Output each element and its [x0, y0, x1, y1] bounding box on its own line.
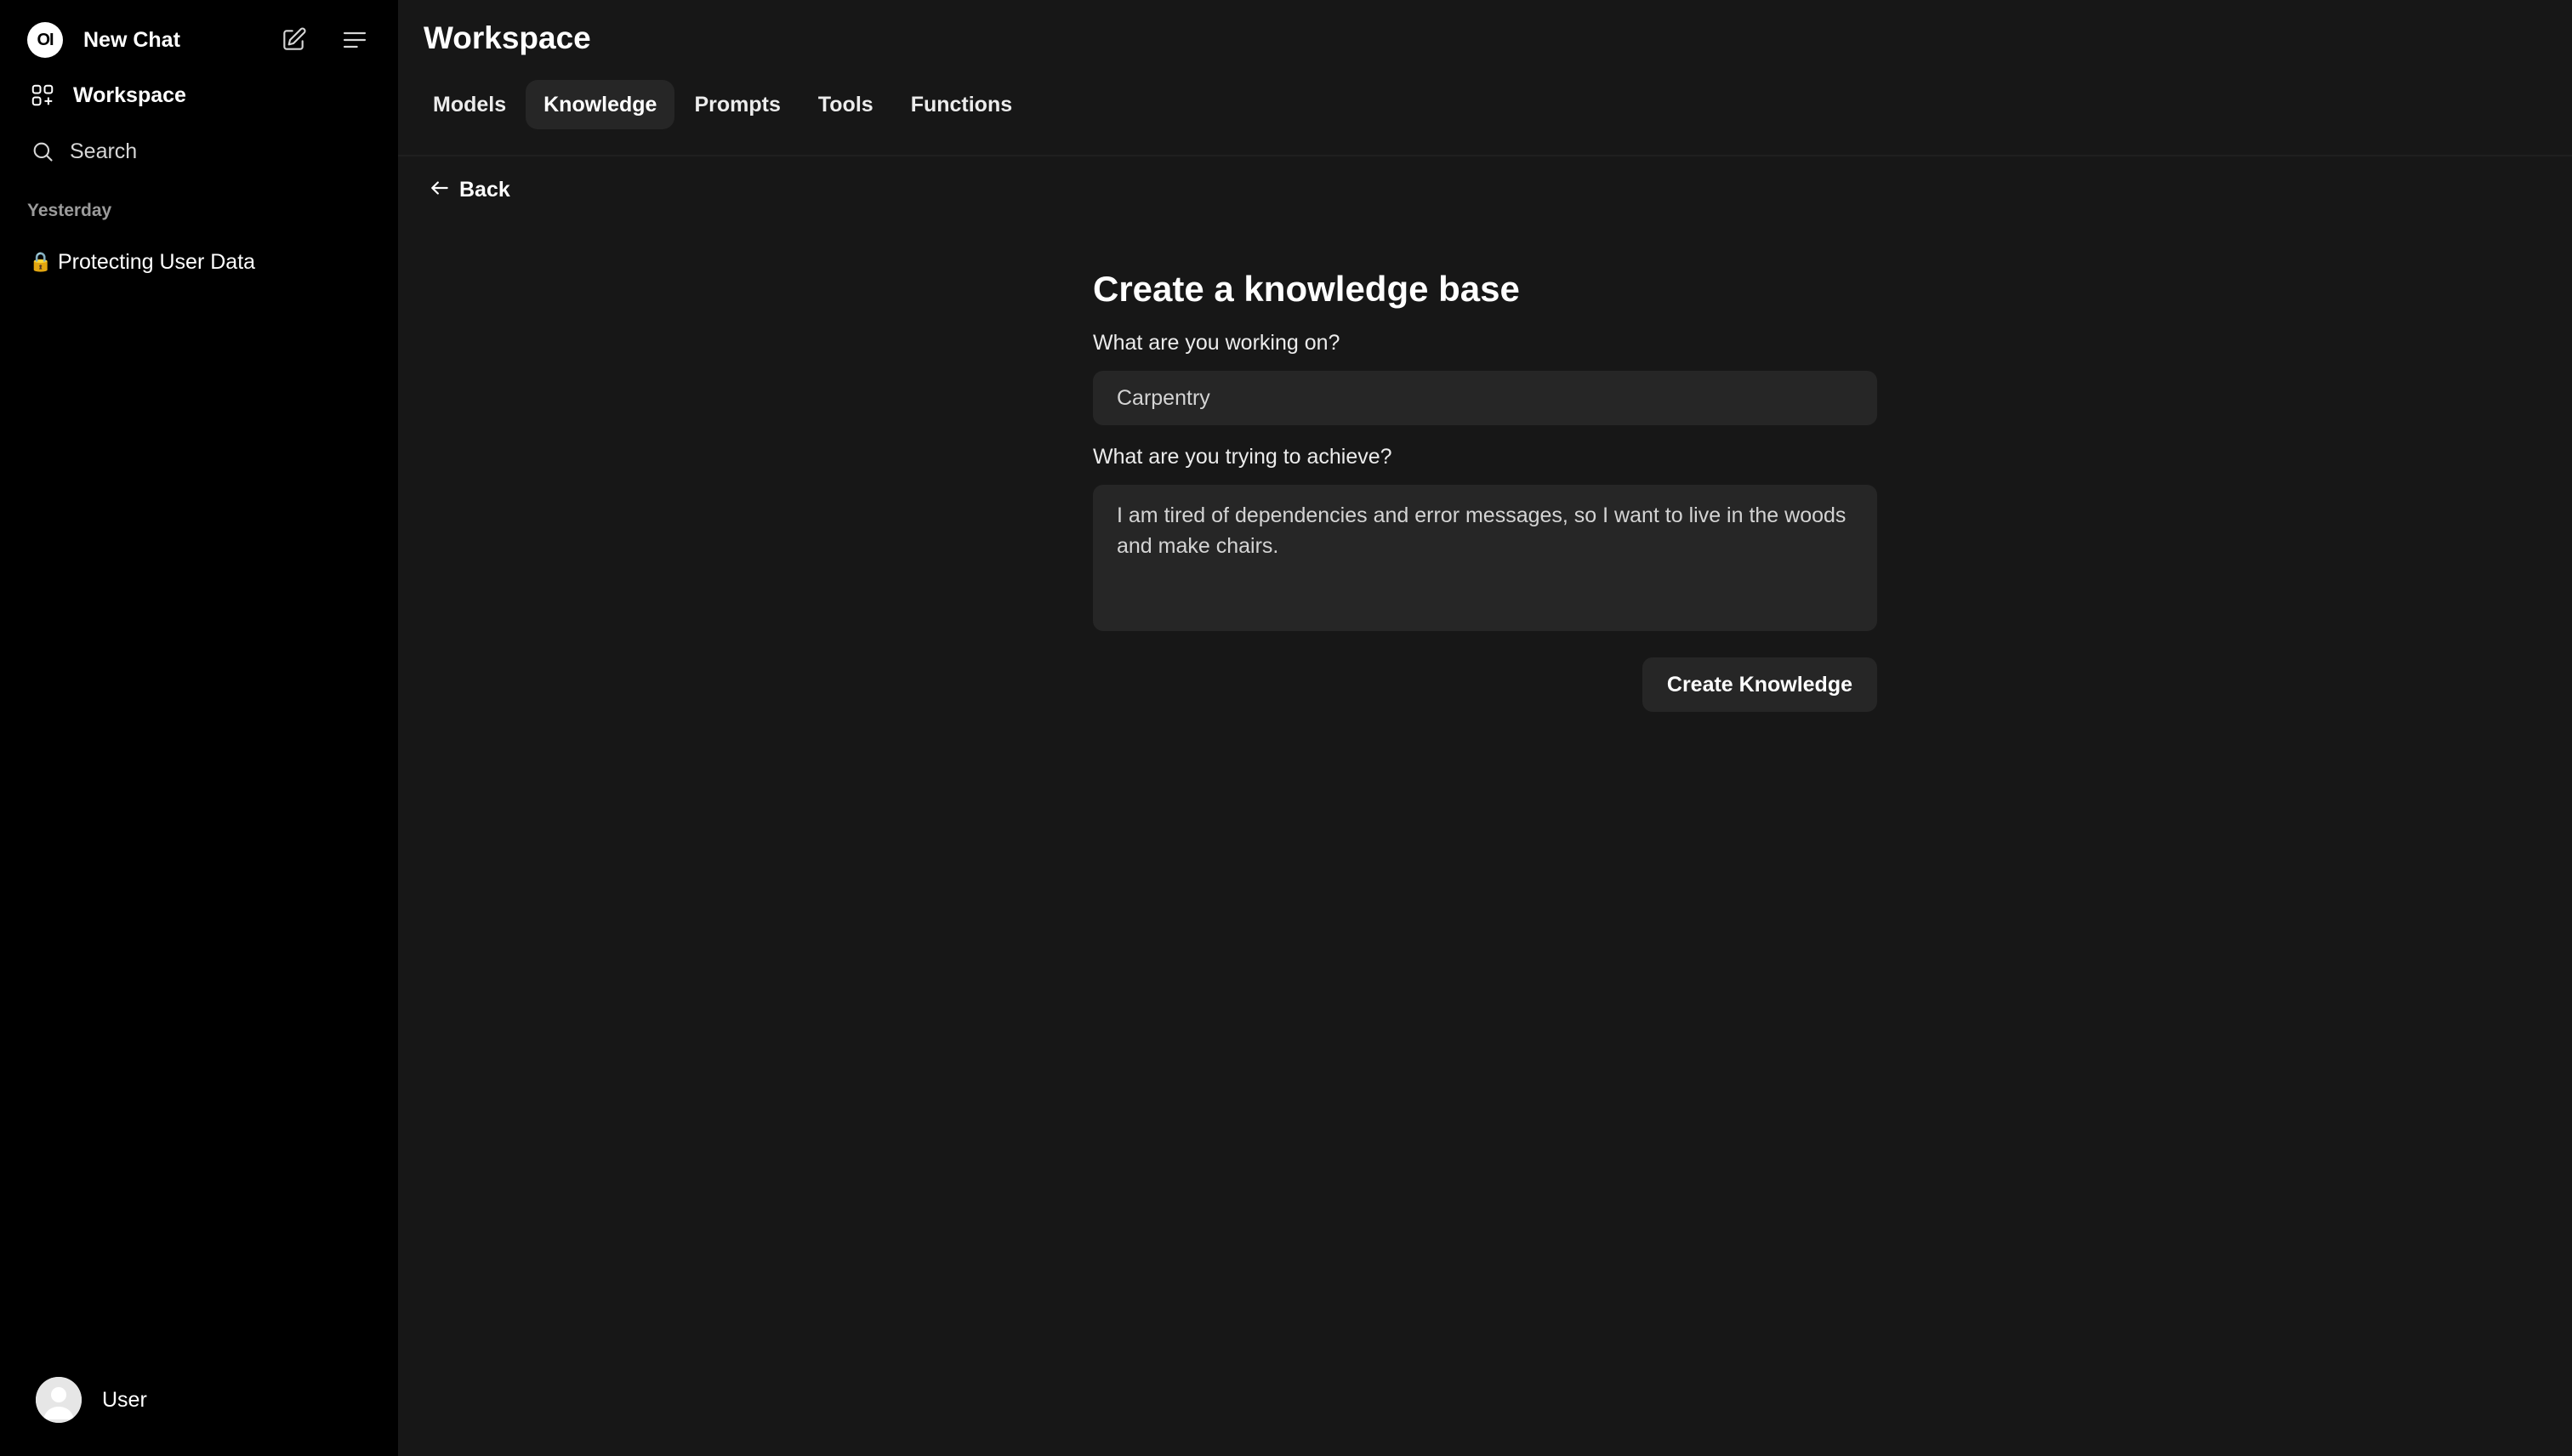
sidebar-item-label: Search: [70, 139, 138, 163]
main-content: Workspace Models Knowledge Prompts Tools…: [398, 0, 2572, 1456]
tab-tools[interactable]: Tools: [800, 80, 891, 129]
sidebar-header: OI New Chat: [27, 20, 374, 60]
description-field-label: What are you trying to achieve?: [1093, 445, 1392, 469]
tab-models[interactable]: Models: [415, 80, 524, 129]
sidebar-item-search[interactable]: Search: [29, 131, 381, 172]
workspace-tabs: Models Knowledge Prompts Tools Functions: [415, 80, 1032, 129]
new-chat-icon[interactable]: [274, 20, 313, 60]
tab-prompts[interactable]: Prompts: [676, 80, 798, 129]
tab-functions[interactable]: Functions: [893, 80, 1030, 129]
form-actions: Create Knowledge: [1093, 657, 1877, 712]
name-field-label: What are you working on?: [1093, 331, 1340, 355]
sidebar-toggle-icon[interactable]: [335, 20, 374, 60]
sidebar: OI New Chat Workspace Search Yesterday 🔒…: [0, 0, 398, 1456]
back-label: Back: [459, 177, 510, 202]
create-knowledge-button[interactable]: Create Knowledge: [1642, 657, 1877, 712]
page-title: Workspace: [424, 20, 591, 55]
sidebar-item-workspace[interactable]: Workspace: [29, 75, 381, 116]
chat-section-label: Yesterday: [27, 201, 112, 220]
user-name: User: [102, 1387, 147, 1412]
form-title: Create a knowledge base: [1093, 269, 1520, 309]
app-logo[interactable]: OI: [27, 22, 63, 58]
chat-title: Protecting User Data: [58, 249, 256, 274]
workspace-icon: [29, 82, 56, 109]
back-button[interactable]: Back: [429, 173, 510, 206]
header-divider: [398, 155, 2572, 156]
avatar: [36, 1377, 82, 1423]
sidebar-item-label: Workspace: [73, 82, 186, 107]
arrow-left-icon: [429, 177, 451, 203]
name-input[interactable]: [1093, 371, 1877, 425]
app-root: OI New Chat Workspace Search Yesterday 🔒…: [0, 0, 2572, 1456]
create-knowledge-form: Create a knowledge base What are you wor…: [1093, 264, 1877, 712]
chat-list-item[interactable]: 🔒 Protecting User Data: [29, 243, 255, 281]
new-chat-link[interactable]: New Chat: [83, 28, 252, 53]
description-textarea[interactable]: I am tired of dependencies and error mes…: [1093, 485, 1877, 631]
tab-knowledge[interactable]: Knowledge: [526, 80, 675, 129]
search-icon: [29, 138, 56, 165]
lock-icon: 🔒: [29, 251, 53, 272]
user-menu[interactable]: User: [36, 1376, 147, 1424]
